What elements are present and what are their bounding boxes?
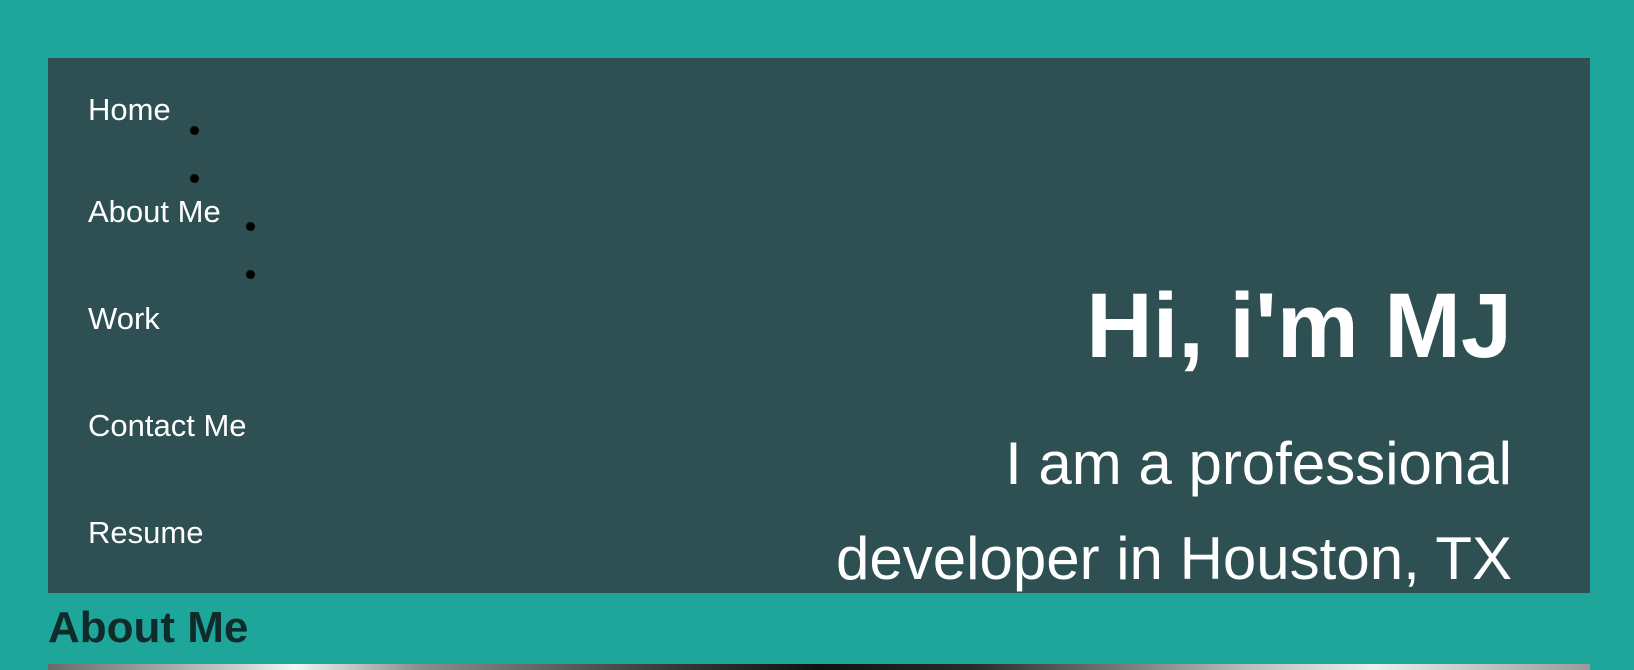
- nav-link-work[interactable]: Work: [88, 301, 160, 337]
- list-bullet: [190, 126, 199, 135]
- list-bullet: [246, 270, 255, 279]
- about-me-photo: [48, 664, 1590, 670]
- hero-title: Hi, i'm MJ: [1086, 275, 1512, 377]
- list-bullet: [190, 174, 199, 183]
- nav-link-resume[interactable]: Resume: [88, 515, 203, 551]
- about-me-heading: About Me: [48, 603, 249, 652]
- hero-tagline: I am a professional developer in Houston…: [836, 430, 1512, 592]
- page: Home About Me Work Contact Me Resume Hi,…: [0, 0, 1634, 670]
- header-panel: Home About Me Work Contact Me Resume Hi,…: [48, 58, 1590, 593]
- list-bullet: [246, 222, 255, 231]
- nav-link-home[interactable]: Home: [88, 92, 171, 128]
- nav-link-about-me[interactable]: About Me: [88, 194, 221, 230]
- nav-link-contact-me[interactable]: Contact Me: [88, 408, 247, 444]
